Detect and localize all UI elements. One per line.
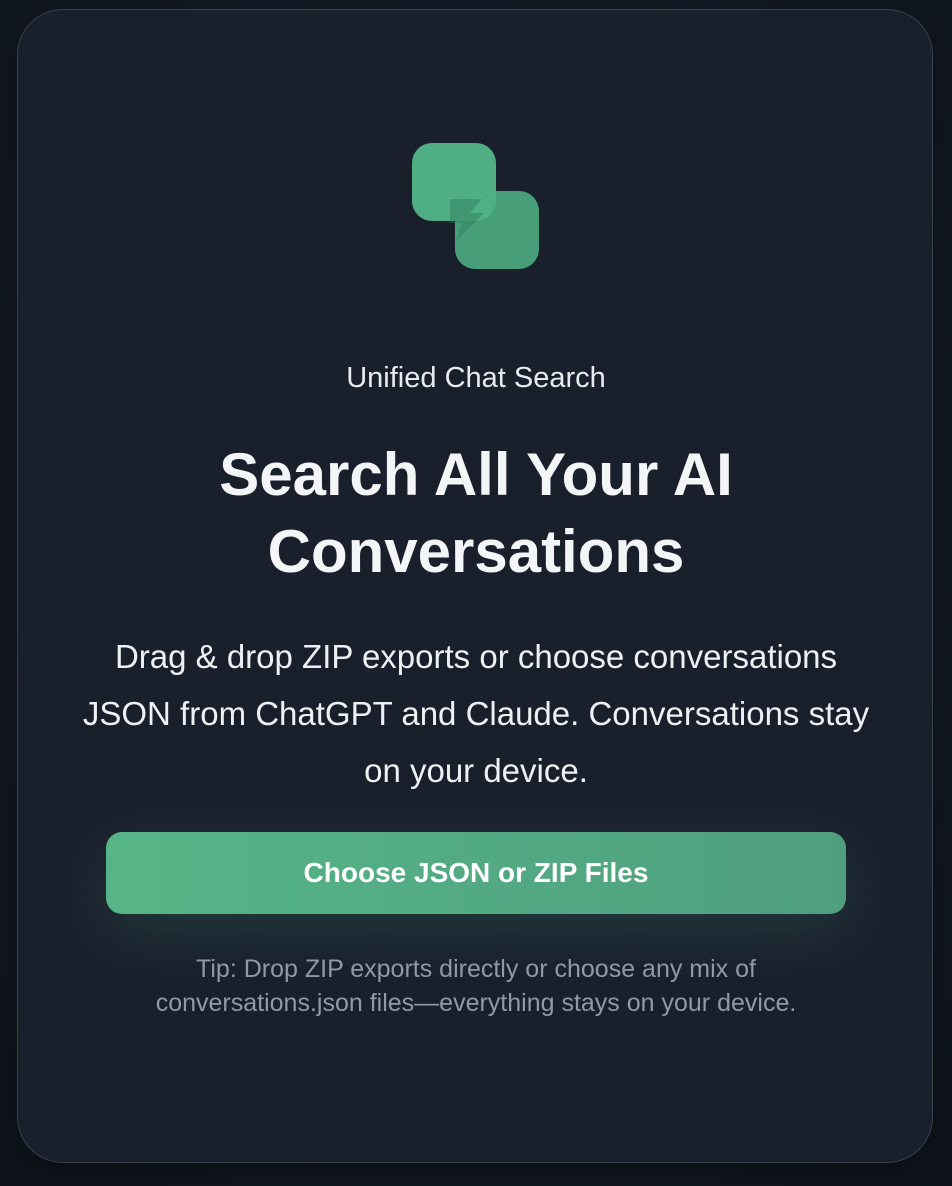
app-logo-icon bbox=[412, 143, 540, 271]
tip-text: Tip: Drop ZIP exports directly or choose… bbox=[155, 955, 797, 1017]
page-title: Search All Your AI Conversations bbox=[219, 441, 733, 585]
page-background: Unified Chat Search Search All Your AI C… bbox=[0, 0, 952, 1186]
app-name: Unified Chat Search bbox=[346, 362, 606, 394]
page-description: Drag & drop ZIP exports or choose conver… bbox=[82, 638, 870, 789]
choose-files-button[interactable]: Choose JSON or ZIP Files bbox=[106, 832, 846, 914]
logo-mark-icon bbox=[450, 199, 484, 241]
